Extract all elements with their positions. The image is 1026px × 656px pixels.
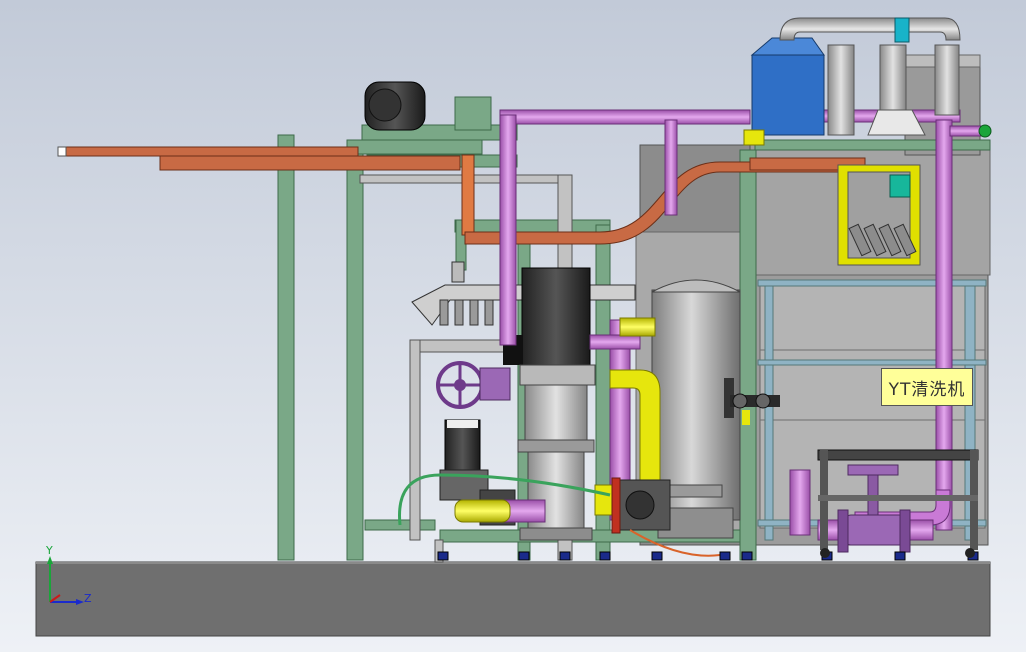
machine-nameplate: YT清洗机 <box>881 368 973 406</box>
base-slab <box>35 561 991 637</box>
axis-y-label: Y <box>46 544 53 557</box>
diaphragm-pump <box>611 477 671 534</box>
axis-z-label: Z <box>84 592 92 605</box>
spray-manifold-right <box>837 164 921 266</box>
cad-assembly-view: YT清洗机 Y Z <box>0 0 1026 652</box>
